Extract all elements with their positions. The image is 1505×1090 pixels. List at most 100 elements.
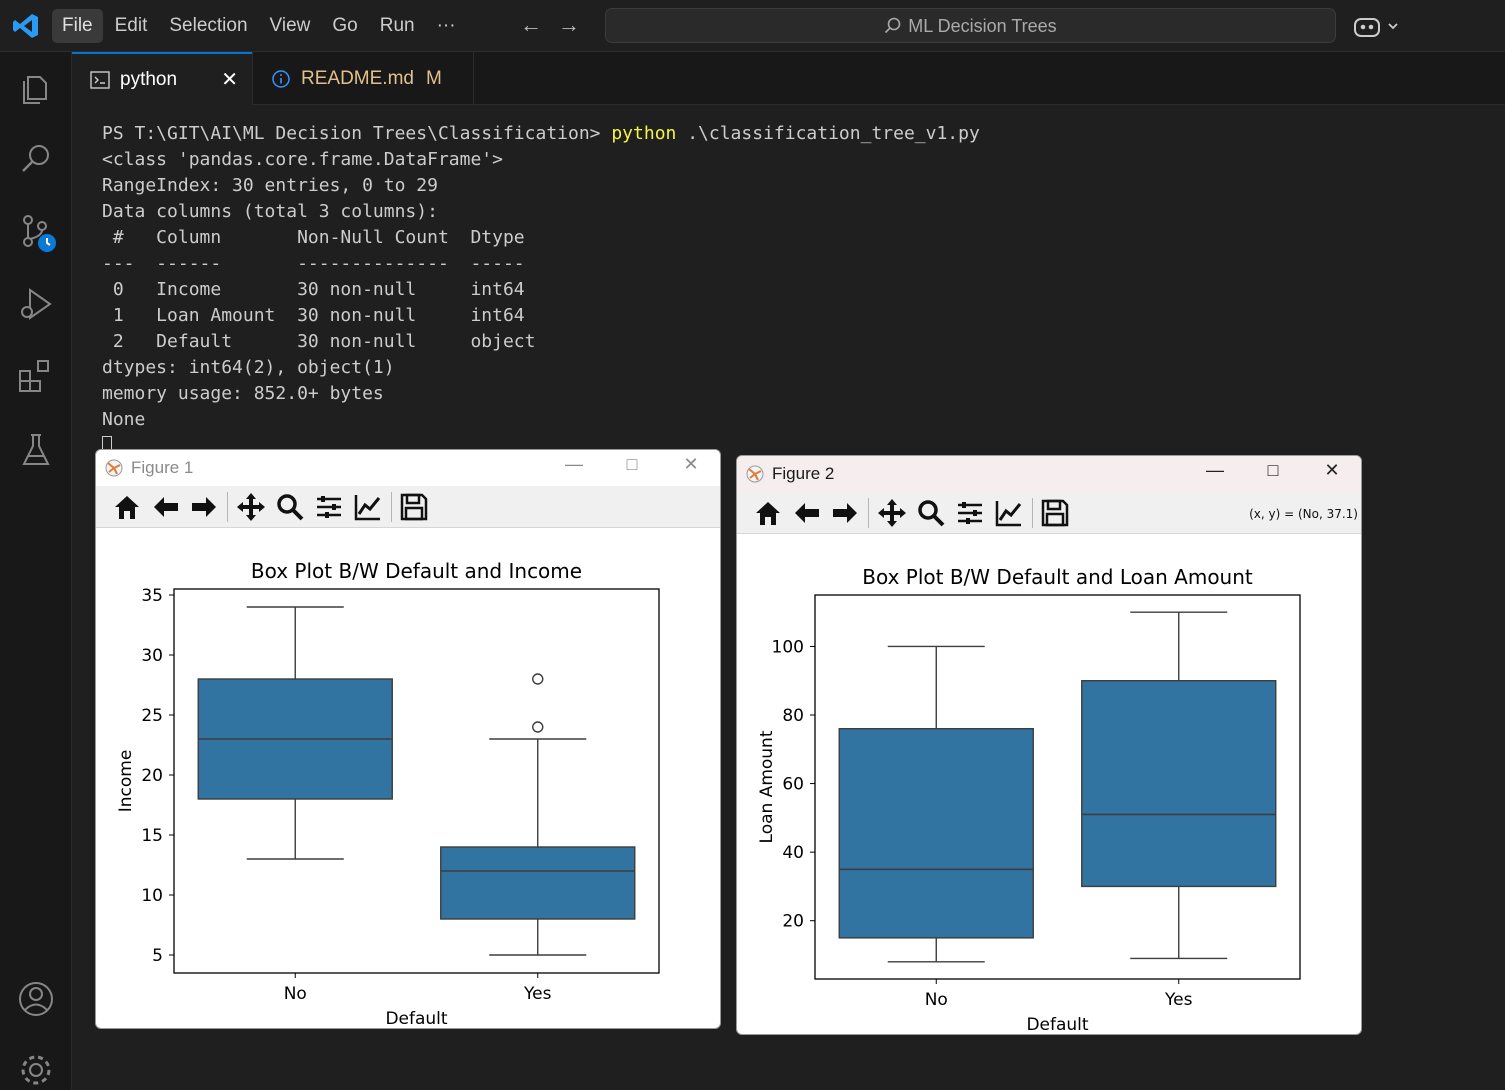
output-line: memory usage: 852.0+ bytes xyxy=(102,383,384,404)
activity-bar xyxy=(0,52,72,1090)
outlier-point xyxy=(532,721,544,733)
back-icon[interactable] xyxy=(150,491,182,523)
edit-axes-icon[interactable] xyxy=(993,497,1025,529)
chart-title: Box Plot B/W Default and Income xyxy=(251,559,582,583)
figure-2-titlebar[interactable]: Figure 2 — □ ✕ xyxy=(737,456,1361,492)
maximize-icon[interactable]: □ xyxy=(617,454,647,475)
tab-label: README.md xyxy=(301,67,414,89)
search-label: ML Decision Trees xyxy=(606,16,1335,37)
figure-1-plot[interactable]: Box Plot B/W Default and Income 5 10 15 20 25… xyxy=(96,528,720,1028)
iqr-box xyxy=(838,728,1034,939)
y-axis-label: Income xyxy=(116,750,136,813)
forward-arrow-icon[interactable]: → xyxy=(558,12,580,38)
y-tick-label: 40 xyxy=(782,843,804,863)
info-icon xyxy=(272,69,290,88)
pan-icon[interactable] xyxy=(876,497,908,529)
title-bar: File Edit Selection View Go Run ··· ← → … xyxy=(0,0,1505,52)
outlier-point xyxy=(532,673,544,685)
y-tick-label: 20 xyxy=(141,766,163,786)
x-tick-label: No xyxy=(284,984,307,1004)
tab-readme[interactable]: README.md M xyxy=(252,52,474,105)
back-arrow-icon[interactable]: ← xyxy=(520,12,542,38)
zoom-icon[interactable] xyxy=(274,491,306,523)
menu-go[interactable]: Go xyxy=(322,9,367,43)
cursor-coordinates: (x, y) = (No, 37.1) xyxy=(1249,507,1358,521)
toolbar-separator xyxy=(391,492,392,522)
box-no xyxy=(838,645,1034,963)
chart-title: Box Plot B/W Default and Loan Amount xyxy=(862,565,1253,589)
terminal-output: PS T:\GIT\AI\ML Decision Trees\Classific… xyxy=(102,121,980,459)
menu-bar: File Edit Selection View Go Run ··· xyxy=(52,9,466,43)
matplotlib-logo-icon xyxy=(105,459,123,477)
y-tick-label: 25 xyxy=(141,706,163,726)
output-line: 0 Income 30 non-null int64 xyxy=(102,279,536,300)
search-icon xyxy=(885,17,901,34)
copilot-icon[interactable] xyxy=(1353,14,1403,40)
figure-1-window: Figure 1 — □ ✕ Box Plot B/W Default and … xyxy=(95,449,721,1029)
loan-amount-boxplot-chart: Box Plot B/W Default and Loan Amount 20 40… xyxy=(757,565,1301,1034)
pan-icon[interactable] xyxy=(235,491,267,523)
menu-selection[interactable]: Selection xyxy=(159,9,257,43)
minimize-icon[interactable]: — xyxy=(1200,460,1230,481)
output-line: None xyxy=(102,409,146,430)
x-tick-label: Yes xyxy=(1164,990,1193,1010)
output-line: dtypes: int64(2), object(1) xyxy=(102,357,395,378)
figure-title: Figure 2 xyxy=(772,464,835,483)
figure-2-toolbar: (x, y) = (No, 37.1) xyxy=(737,492,1361,534)
toolbar-separator xyxy=(227,492,228,522)
forward-icon[interactable] xyxy=(188,491,220,523)
figure-2-window: Figure 2 — □ ✕ (x, y) = (No, 37.1) Box P… xyxy=(736,455,1362,1035)
minimize-icon[interactable]: — xyxy=(559,454,589,475)
menu-edit[interactable]: Edit xyxy=(105,9,158,43)
command: python xyxy=(611,123,677,144)
search-icon[interactable] xyxy=(16,139,56,179)
command-args: .\classification_tree_v1.py xyxy=(676,123,980,144)
subplots-config-icon[interactable] xyxy=(954,497,986,529)
account-icon[interactable] xyxy=(16,979,56,1019)
close-icon[interactable]: ✕ xyxy=(221,67,238,92)
close-icon[interactable]: ✕ xyxy=(676,454,706,475)
command-center-search[interactable]: ML Decision Trees xyxy=(605,8,1336,43)
back-icon[interactable] xyxy=(791,497,823,529)
income-boxplot-chart: Box Plot B/W Default and Income 5 10 15 20 25… xyxy=(116,559,660,1028)
maximize-icon[interactable]: □ xyxy=(1258,460,1288,481)
output-line: # Column Non-Null Count Dtype xyxy=(102,227,536,248)
home-icon[interactable] xyxy=(111,491,143,523)
menu-file[interactable]: File xyxy=(52,9,103,43)
settings-gear-icon[interactable] xyxy=(16,1050,56,1090)
box-yes xyxy=(440,673,636,956)
toolbar-separator xyxy=(868,498,869,528)
y-tick-label: 80 xyxy=(782,706,804,726)
subplots-config-icon[interactable] xyxy=(313,491,345,523)
source-control-icon[interactable] xyxy=(16,212,56,252)
box-yes xyxy=(1081,611,1277,960)
figure-1-toolbar xyxy=(96,486,720,528)
forward-icon[interactable] xyxy=(829,497,861,529)
output-line: Data columns (total 3 columns): xyxy=(102,201,438,222)
iqr-box xyxy=(1081,680,1277,888)
y-tick-label: 15 xyxy=(141,826,163,846)
vscode-logo-icon xyxy=(13,14,38,38)
explorer-icon[interactable] xyxy=(16,69,56,109)
menu-view[interactable]: View xyxy=(260,9,321,43)
menu-run[interactable]: Run xyxy=(370,9,425,43)
run-debug-icon[interactable] xyxy=(16,284,56,324)
save-icon[interactable] xyxy=(1039,497,1071,529)
y-axis-label: Loan Amount xyxy=(757,730,777,843)
extensions-icon[interactable] xyxy=(16,357,56,397)
box-no xyxy=(197,606,393,860)
home-icon[interactable] xyxy=(752,497,784,529)
close-icon[interactable]: ✕ xyxy=(1317,460,1347,481)
menu-more[interactable]: ··· xyxy=(427,9,466,43)
testing-flask-icon[interactable] xyxy=(16,430,56,470)
figure-2-plot[interactable]: Box Plot B/W Default and Loan Amount 20 40… xyxy=(737,534,1361,1034)
figure-1-titlebar[interactable]: Figure 1 — □ ✕ xyxy=(96,450,720,486)
zoom-icon[interactable] xyxy=(915,497,947,529)
x-tick-label: No xyxy=(925,990,948,1010)
y-tick-label: 100 xyxy=(772,637,804,657)
edit-axes-icon[interactable] xyxy=(352,491,384,523)
save-icon[interactable] xyxy=(398,491,430,523)
terminal-command-line: PS T:\GIT\AI\ML Decision Trees\Classific… xyxy=(102,121,980,147)
tab-python-terminal[interactable]: python ✕ xyxy=(72,52,252,105)
modified-flag: M xyxy=(425,67,442,89)
